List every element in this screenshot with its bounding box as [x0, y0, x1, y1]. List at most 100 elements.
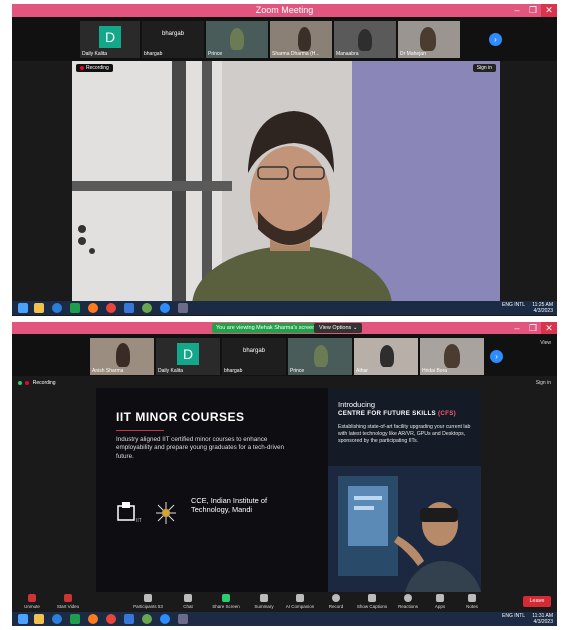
close-button[interactable]: ✕: [541, 4, 557, 17]
participant-thumbnail[interactable]: bhargab bhargab: [222, 338, 286, 375]
share-notice: You are viewing Mehak Sharma's screen: [212, 323, 320, 333]
edge-icon[interactable]: [52, 303, 62, 313]
windows-taskbar: ENG INTL 11:25 AM 4/3/2023: [12, 301, 557, 315]
participant-thumbnail[interactable]: Manaabra: [334, 21, 396, 58]
chrome-alt-icon[interactable]: [142, 614, 152, 624]
participant-thumbnail[interactable]: Prince: [288, 338, 352, 375]
windows-start-icon[interactable]: [18, 614, 28, 624]
reactions-button[interactable]: Reactions: [390, 594, 426, 609]
participant-thumbnail[interactable]: Athar: [354, 338, 418, 375]
recording-indicator[interactable]: Recording: [18, 380, 56, 386]
chat-icon: [184, 594, 192, 602]
firefox-icon[interactable]: [88, 303, 98, 313]
participants-button[interactable]: Participants 53: [130, 594, 166, 609]
recording-label: Recording: [32, 380, 56, 386]
participant-thumbnail[interactable]: D Daily Kalita: [80, 21, 140, 58]
participant-thumbnail[interactable]: Dr Mahejan: [398, 21, 460, 58]
start-video-button[interactable]: Start Video: [50, 594, 86, 609]
next-participants-icon[interactable]: ›: [490, 350, 503, 363]
taskbar-clock[interactable]: 11:25 AM 4/3/2023: [517, 302, 553, 314]
window-title: Zoom Meeting: [255, 5, 314, 15]
participant-thumbnail[interactable]: Sharma Dharma (H...: [270, 21, 332, 58]
firefox-icon[interactable]: [88, 614, 98, 624]
file-explorer-icon[interactable]: [34, 614, 44, 624]
participant-video: [116, 343, 130, 367]
summary-button[interactable]: Summary: [246, 594, 282, 609]
participant-name: Daily Kalita: [158, 368, 184, 374]
participant-video: [314, 345, 328, 367]
record-button[interactable]: Record: [318, 594, 354, 609]
participant-name: bhargab: [224, 368, 243, 374]
participant-video: [380, 345, 394, 367]
tool-label: Notes: [466, 604, 478, 609]
excel-icon[interactable]: [70, 303, 80, 313]
participant-video: [420, 27, 436, 51]
participant-strip: Anish Sharma D Daily Kalita bhargab bhar…: [12, 334, 557, 376]
app-icon[interactable]: [178, 614, 188, 624]
cfs-abbr: (CFS): [437, 410, 456, 417]
file-explorer-icon[interactable]: [34, 303, 44, 313]
cfs-title-text: CENTRE FOR FUTURE SKILLS: [338, 410, 436, 417]
leave-button[interactable]: Leave: [523, 596, 551, 607]
zoom-icon[interactable]: [160, 303, 170, 313]
tool-label: Chat: [183, 604, 193, 609]
zoom-icon[interactable]: [160, 614, 170, 624]
participant-name: Dr Mahejan: [400, 51, 426, 57]
app-icon[interactable]: [178, 303, 188, 313]
next-participants-icon[interactable]: ›: [489, 33, 502, 46]
participant-name: Athar: [356, 368, 368, 374]
captions-icon: [368, 594, 376, 602]
taskbar-date: 4/3/2023: [533, 619, 553, 625]
cfs-title: CENTRE FOR FUTURE SKILLS (CFS): [338, 410, 456, 417]
close-button[interactable]: ✕: [541, 322, 557, 334]
ai-companion-button[interactable]: AI Companion: [282, 594, 318, 609]
notes-button[interactable]: Notes: [454, 594, 490, 609]
chat-button[interactable]: Chat: [170, 594, 206, 609]
share-screen-button[interactable]: Share Screen: [208, 594, 244, 609]
participant-thumbnail[interactable]: Hridai Bora: [420, 338, 484, 375]
tool-label: Reactions: [397, 604, 418, 609]
participant-thumbnail[interactable]: Prince: [206, 21, 268, 58]
recording-indicator[interactable]: Recording: [76, 64, 113, 72]
vr-user-image: [328, 466, 481, 596]
apps-button[interactable]: Apps: [422, 594, 458, 609]
unmute-button[interactable]: Unmute: [14, 594, 50, 609]
participant-label: bhargab: [242, 348, 266, 354]
word-icon[interactable]: [124, 614, 134, 624]
tool-label: Record: [328, 604, 344, 609]
taskbar-clock[interactable]: 11:31 AM 4/3/2023: [517, 613, 553, 625]
chrome-icon[interactable]: [106, 614, 116, 624]
chrome-icon[interactable]: [106, 303, 116, 313]
windows-start-icon[interactable]: [18, 303, 28, 313]
tool-label: Unmute: [24, 604, 40, 609]
signin-button[interactable]: Sign in: [536, 380, 551, 386]
participant-name: Daily Kalita: [82, 51, 108, 57]
cfs-panel: Introducing CENTRE FOR FUTURE SKILLS (CF…: [328, 388, 481, 596]
reactions-icon: [404, 594, 412, 602]
participant-thumbnail[interactable]: bhargab bhargab: [142, 21, 204, 58]
minimize-button[interactable]: –: [509, 4, 525, 17]
participant-thumbnail[interactable]: Anish Sharma: [90, 338, 154, 375]
participants-icon: [144, 594, 152, 602]
word-icon[interactable]: [124, 303, 134, 313]
apps-icon: [436, 594, 444, 602]
excel-icon[interactable]: [70, 614, 80, 624]
minimize-button[interactable]: –: [509, 322, 525, 334]
active-speaker-video: Recording Sign in: [72, 61, 500, 305]
edge-icon[interactable]: [52, 614, 62, 624]
participant-strip: D Daily Kalita bhargab bhargab Prince Sh…: [12, 17, 557, 61]
maximize-button[interactable]: ❐: [525, 4, 541, 17]
captions-button[interactable]: Show Captions: [354, 594, 390, 609]
participant-name: Sharma Dharma (H...: [272, 51, 320, 57]
chrome-alt-icon[interactable]: [142, 303, 152, 313]
zoom-window-speaker-view: Zoom Meeting – ❐ ✕ D Daily Kalita bharga…: [12, 4, 557, 316]
tool-label: Show Captions: [356, 604, 388, 609]
participant-thumbnail[interactable]: D Daily Kalita: [156, 338, 220, 375]
view-button[interactable]: View: [540, 340, 551, 346]
maximize-button[interactable]: ❐: [525, 322, 541, 334]
cce-logo-icon: [154, 500, 188, 526]
share-notice-bar: You are viewing Mehak Sharma's screen Vi…: [12, 322, 557, 334]
view-options-button[interactable]: View Options ⌄: [314, 323, 363, 333]
security-icon: [18, 380, 22, 385]
signin-button[interactable]: Sign in: [472, 64, 496, 72]
